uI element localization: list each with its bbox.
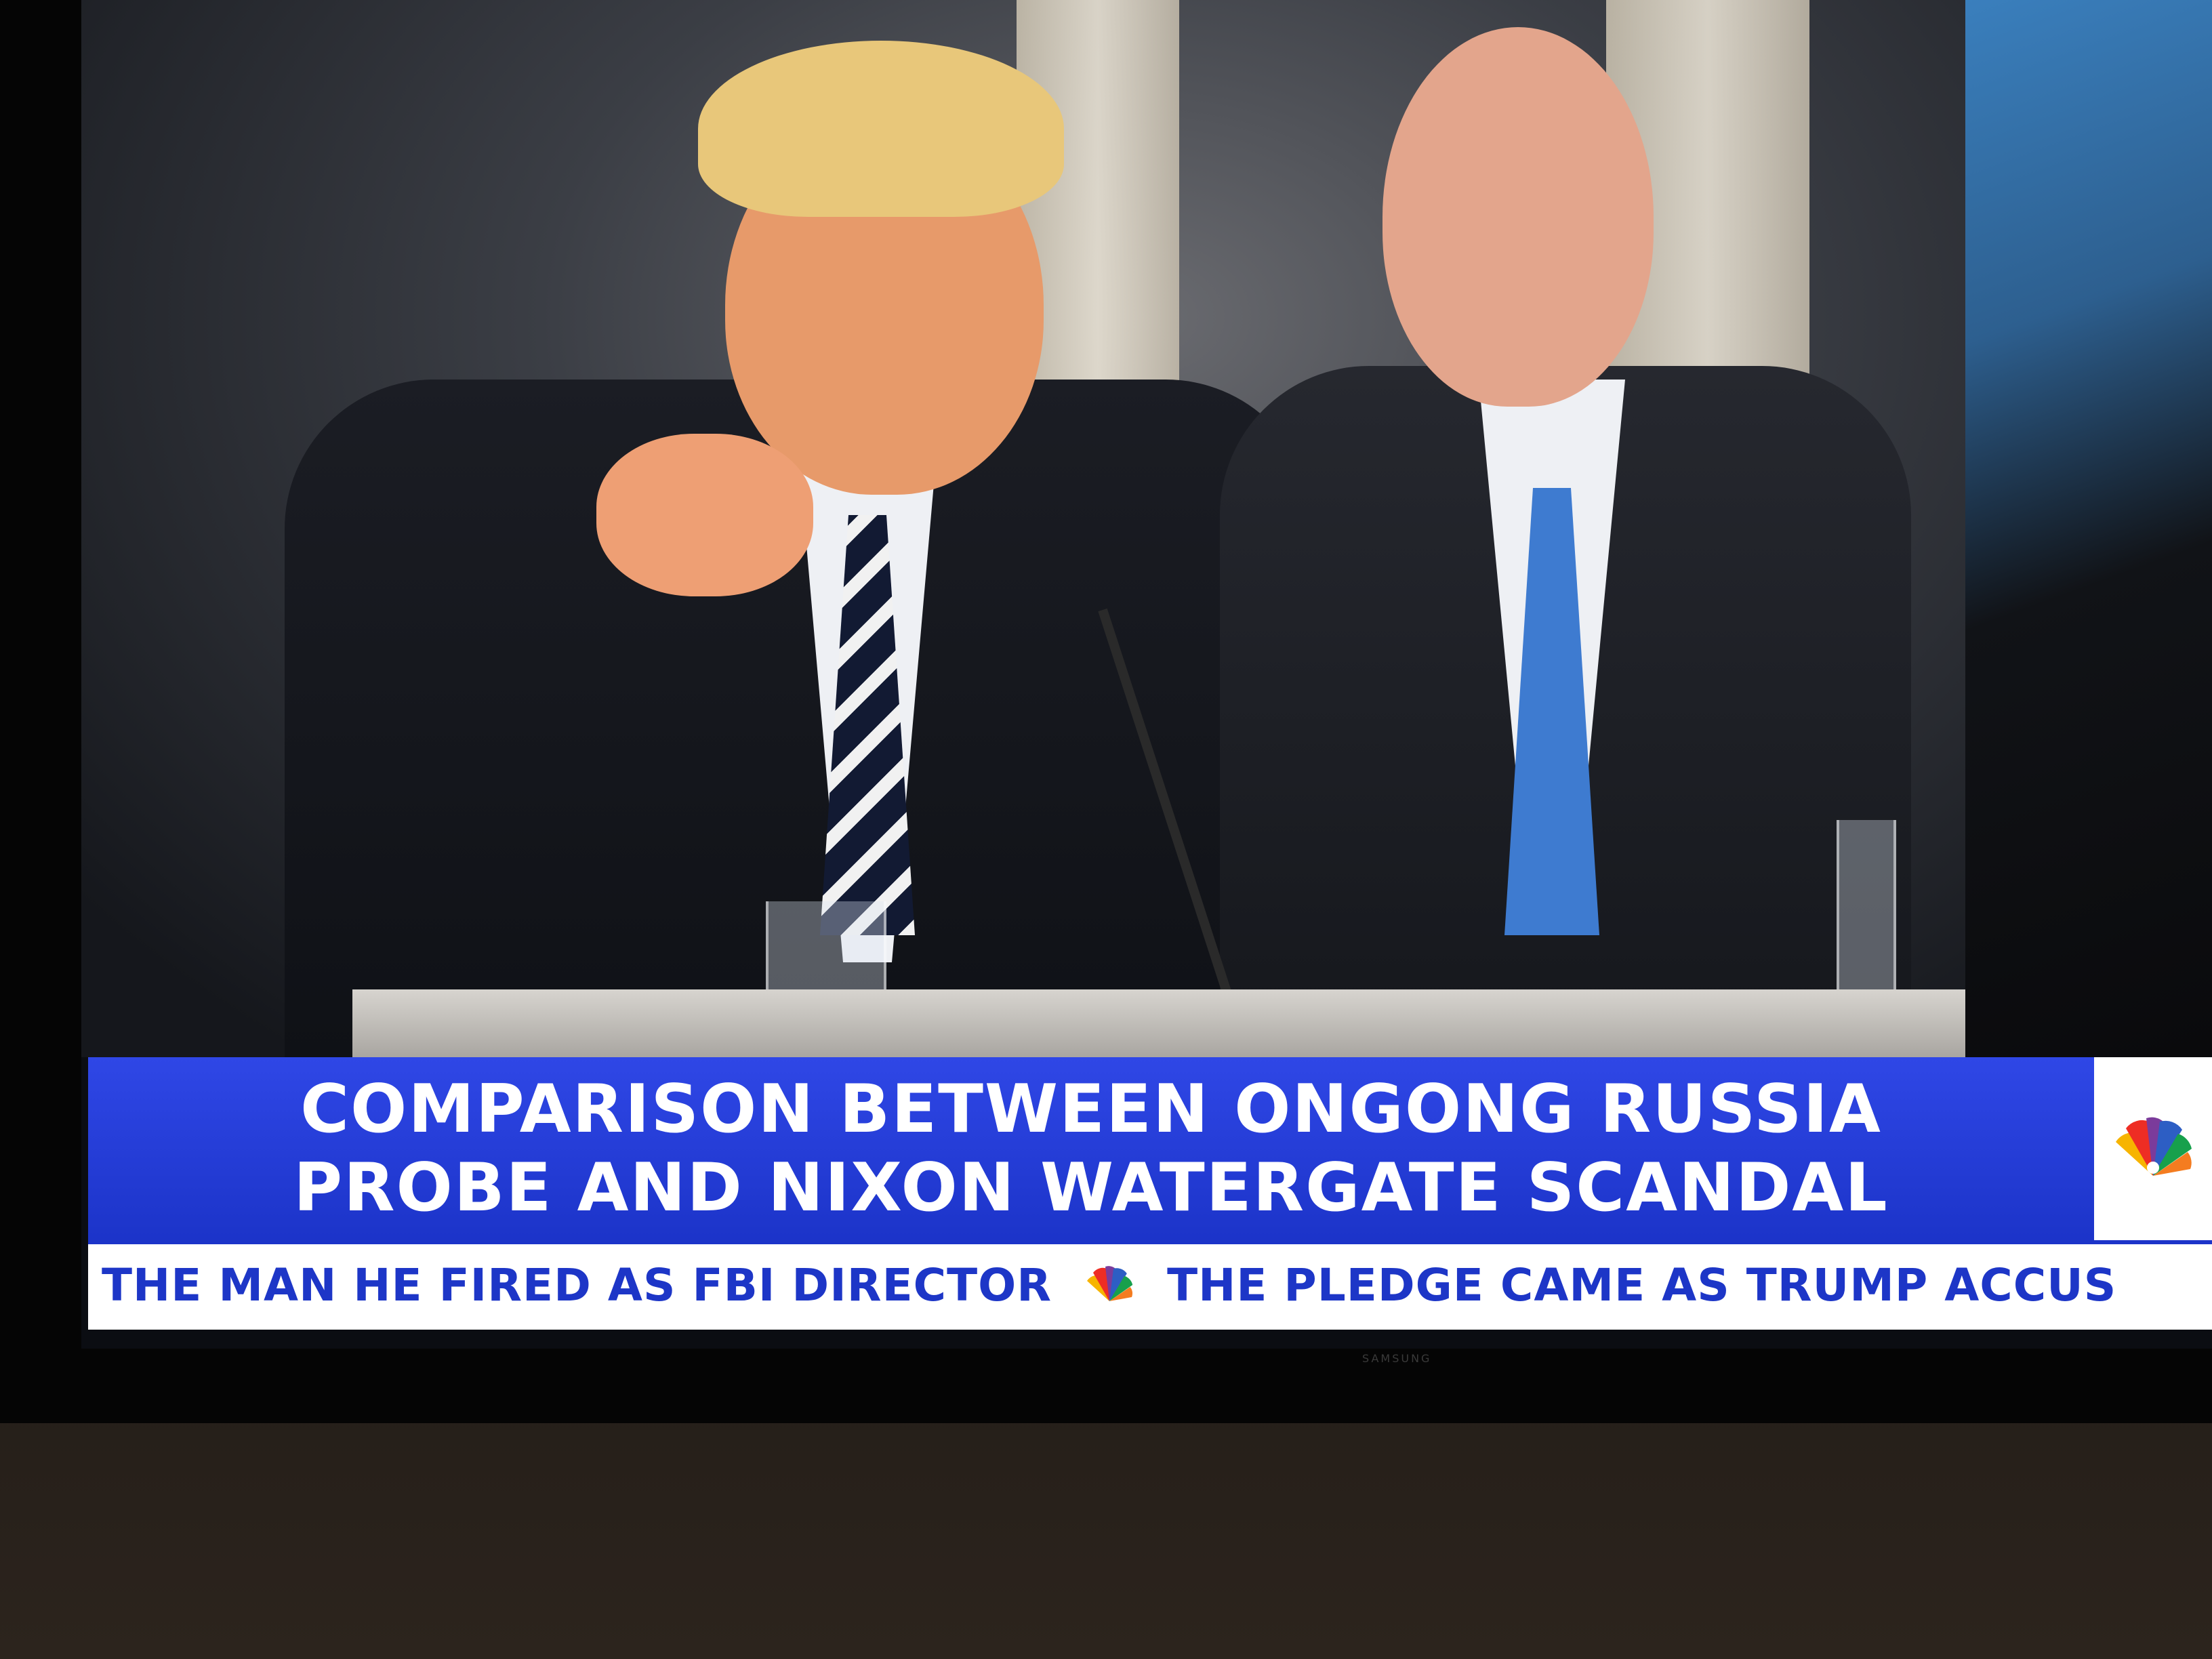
headline-banner: COMPARISON BETWEEN ONGONG RUSSIA PROBE A… <box>88 1057 2212 1240</box>
ticker-track: THE MAN HE FIRED AS FBI DIRECTOR THE PLE… <box>102 1244 2116 1326</box>
peacock-icon <box>1079 1265 1140 1305</box>
tv-screen: COMPARISON BETWEEN ONGONG RUSSIA PROBE A… <box>81 0 2212 1349</box>
peacock-icon <box>2116 1117 2192 1176</box>
headline: COMPARISON BETWEEN ONGONG RUSSIA PROBE A… <box>88 1057 2094 1240</box>
ticker-item: THE MAN HE FIRED AS FBI DIRECTOR <box>102 1258 1052 1311</box>
water-glass <box>1837 820 1896 999</box>
face <box>1382 27 1654 407</box>
tv-brand-mark: SAMSUNG <box>1362 1352 1432 1365</box>
side-video-panel <box>1965 0 2212 1057</box>
headline-line-1: COMPARISON BETWEEN ONGONG RUSSIA <box>300 1071 1882 1148</box>
news-video-frame <box>81 0 2006 1060</box>
headline-line-2: PROBE AND NIXON WATERGATE SCANDAL <box>293 1149 1889 1227</box>
news-ticker: THE MAN HE FIRED AS FBI DIRECTOR THE PLE… <box>88 1240 2212 1330</box>
network-logo <box>2094 1057 2212 1240</box>
ticker-item: THE PLEDGE CAME AS TRUMP ACCUS <box>1167 1258 2117 1311</box>
tv-bezel: COMPARISON BETWEEN ONGONG RUSSIA PROBE A… <box>0 0 2212 1423</box>
pointing-hand <box>596 434 813 596</box>
table <box>352 989 1979 1057</box>
hair <box>698 41 1064 217</box>
